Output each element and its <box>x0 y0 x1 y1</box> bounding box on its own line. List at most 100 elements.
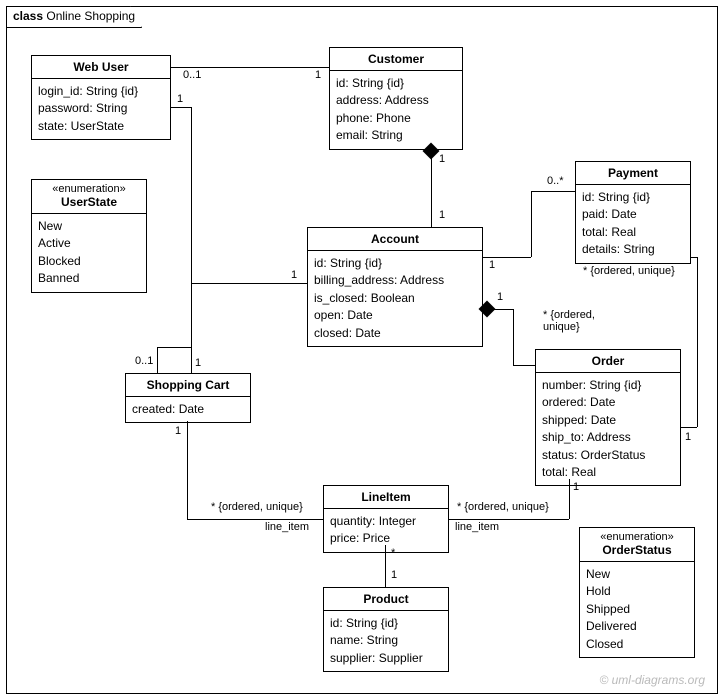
enum-literals: New Hold Shipped Delivered Closed <box>580 562 694 657</box>
multiplicity: * <box>391 547 395 559</box>
enum-literals: New Active Blocked Banned <box>32 214 146 292</box>
class-name: UserState <box>32 195 146 214</box>
literal: Shipped <box>586 601 688 618</box>
class-attrs: login_id: String {id} password: String s… <box>32 79 170 139</box>
assoc-webuser-down-stub <box>171 107 191 108</box>
class-attrs: id: String {id} billing_address: Address… <box>308 251 482 346</box>
frame-title-tab: class Online Shopping <box>6 6 142 28</box>
role-name: line_item <box>455 521 499 533</box>
stereotype: «enumeration» <box>580 528 694 543</box>
multiplicity: 1 <box>573 481 579 493</box>
multiplicity: 1 <box>497 291 503 303</box>
comp-account-order-h2 <box>513 365 535 366</box>
class-attrs: id: String {id} name: String supplier: S… <box>324 611 448 671</box>
attr: total: Real <box>582 224 684 241</box>
attr: quantity: Integer <box>330 513 442 530</box>
class-attrs: number: String {id} ordered: Date shippe… <box>536 373 680 485</box>
multiplicity-constraint: * {ordered, unique} <box>211 501 303 513</box>
assoc-webuser-customer <box>171 67 329 68</box>
multiplicity: 0..1 <box>183 69 201 81</box>
attr: email: String <box>336 127 456 144</box>
class-name: Customer <box>330 48 462 71</box>
class-line-item: LineItem quantity: Integer price: Price <box>323 485 449 553</box>
assoc-account-payment-h <box>483 257 531 258</box>
class-attrs: quantity: Integer price: Price <box>324 509 448 552</box>
assoc-account-payment-h2 <box>531 191 575 192</box>
assoc-payment-order-top <box>691 257 697 258</box>
class-customer: Customer id: String {id} address: Addres… <box>329 47 463 150</box>
attr: open: Date <box>314 307 476 324</box>
literal: Blocked <box>38 253 140 270</box>
assoc-cart-lineitem-h <box>187 519 323 520</box>
class-name: Shopping Cart <box>126 374 250 397</box>
attr: address: Address <box>336 92 456 109</box>
attr: shipped: Date <box>542 412 674 429</box>
watermark: © uml-diagrams.org <box>599 673 705 687</box>
class-order: Order number: String {id} ordered: Date … <box>535 349 681 486</box>
class-name: Product <box>324 588 448 611</box>
assoc-cart-lineitem-v <box>187 421 188 519</box>
class-name: Account <box>308 228 482 251</box>
class-attrs: id: String {id} paid: Date total: Real d… <box>576 185 690 263</box>
attr: is_closed: Boolean <box>314 290 476 307</box>
class-web-user: Web User login_id: String {id} password:… <box>31 55 171 140</box>
literal: Delivered <box>586 618 688 635</box>
diagram-frame: class Online Shopping Web User login_id:… <box>6 6 718 694</box>
multiplicity: 0..* <box>547 175 564 187</box>
attr: number: String {id} <box>542 377 674 394</box>
multiplicity: 1 <box>291 269 297 281</box>
attr: password: String <box>38 100 164 117</box>
attr: created: Date <box>132 401 244 418</box>
class-name: Web User <box>32 56 170 79</box>
attr: supplier: Supplier <box>330 650 442 667</box>
literal: Active <box>38 235 140 252</box>
frame-title: Online Shopping <box>46 9 135 23</box>
multiplicity-constraint: * {ordered, unique} <box>583 265 675 277</box>
enum-orderstatus: «enumeration» OrderStatus New Hold Shipp… <box>579 527 695 658</box>
multiplicity: 1 <box>391 569 397 581</box>
multiplicity: 1 <box>439 153 445 165</box>
assoc-order-lineitem-h <box>449 519 569 520</box>
class-shopping-cart: Shopping Cart created: Date <box>125 373 251 423</box>
attr: price: Price <box>330 530 442 547</box>
attr: id: String {id} <box>314 255 476 272</box>
enum-userstate: «enumeration» UserState New Active Block… <box>31 179 147 293</box>
literal: New <box>38 218 140 235</box>
literal: New <box>586 566 688 583</box>
attr: closed: Date <box>314 325 476 342</box>
multiplicity-constraint: * {ordered, unique} <box>457 501 549 513</box>
attr: paid: Date <box>582 206 684 223</box>
assoc-webuser-account <box>191 283 307 284</box>
attr: ship_to: Address <box>542 429 674 446</box>
role-name: line_item <box>265 521 309 533</box>
class-product: Product id: String {id} name: String sup… <box>323 587 449 672</box>
assoc-account-payment-v <box>531 191 532 257</box>
class-attrs: created: Date <box>126 397 250 422</box>
multiplicity: 1 <box>177 93 183 105</box>
frame-keyword: class <box>13 9 43 23</box>
attr: phone: Phone <box>336 110 456 127</box>
literal: Closed <box>586 636 688 653</box>
class-name: Payment <box>576 162 690 185</box>
assoc-lineitem-product <box>385 545 386 587</box>
attr: total: Real <box>542 464 674 481</box>
assoc-cart-up-v <box>157 347 158 373</box>
attr: billing_address: Address <box>314 272 476 289</box>
class-attrs: id: String {id} address: Address phone: … <box>330 71 462 149</box>
multiplicity: 1 <box>195 357 201 369</box>
class-name: OrderStatus <box>580 543 694 562</box>
attr: id: String {id} <box>582 189 684 206</box>
comp-account-order-v <box>513 309 514 365</box>
multiplicity: 1 <box>315 69 321 81</box>
multiplicity: 1 <box>439 209 445 221</box>
attr: status: OrderStatus <box>542 447 674 464</box>
attr: login_id: String {id} <box>38 83 164 100</box>
attr: id: String {id} <box>330 615 442 632</box>
class-name: Order <box>536 350 680 373</box>
attr: state: UserState <box>38 118 164 135</box>
assoc-order-lineitem-v <box>569 479 570 519</box>
attr: ordered: Date <box>542 394 674 411</box>
assoc-cart-up-h <box>157 347 191 348</box>
assoc-payment-order-v <box>697 257 698 427</box>
multiplicity: 1 <box>685 431 691 443</box>
